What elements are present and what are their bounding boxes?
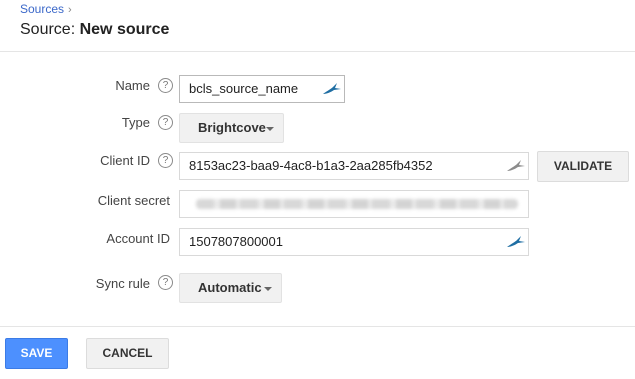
client-id-input-value: 8153ac23-baa9-4ac8-b1a3-2aa285fb4352 bbox=[189, 158, 433, 173]
page-title-prefix: Source: bbox=[20, 21, 76, 38]
sync-rule-help-icon[interactable]: ? bbox=[158, 275, 173, 290]
type-label: Type bbox=[121, 115, 150, 130]
sync-rule-dropdown[interactable]: Automatic bbox=[179, 273, 282, 303]
client-id-help-icon[interactable]: ? bbox=[158, 153, 173, 168]
type-help-icon[interactable]: ? bbox=[158, 115, 173, 130]
breadcrumb: Sources › bbox=[20, 2, 72, 16]
cancel-button[interactable]: CANCEL bbox=[86, 338, 169, 369]
client-secret-masked-value bbox=[196, 199, 518, 209]
name-input[interactable]: bcls_source_name bbox=[179, 75, 345, 103]
page-title-main: New source bbox=[79, 21, 170, 38]
breadcrumb-separator: › bbox=[68, 4, 72, 16]
caret-down-icon bbox=[264, 287, 272, 291]
name-input-value: bcls_source_name bbox=[189, 81, 299, 96]
page-title: Source: New source bbox=[20, 21, 169, 39]
name-label: Name bbox=[115, 78, 150, 93]
account-id-label: Account ID bbox=[106, 231, 170, 246]
footer-divider bbox=[0, 326, 635, 327]
type-dropdown[interactable]: Brightcove bbox=[179, 113, 284, 143]
validate-button[interactable]: VALIDATE bbox=[537, 151, 629, 182]
keepass-bird-icon[interactable] bbox=[322, 82, 342, 96]
header-divider bbox=[0, 51, 635, 52]
type-dropdown-value: Brightcove bbox=[198, 120, 266, 135]
save-button[interactable]: SAVE bbox=[5, 338, 68, 369]
name-help-icon[interactable]: ? bbox=[158, 78, 173, 93]
client-id-input[interactable]: 8153ac23-baa9-4ac8-b1a3-2aa285fb4352 bbox=[179, 152, 529, 180]
keepass-bird-icon[interactable] bbox=[506, 235, 526, 249]
sync-rule-label: Sync rule bbox=[95, 276, 150, 291]
keepass-bird-icon[interactable] bbox=[506, 159, 526, 173]
client-secret-label: Client secret bbox=[97, 193, 170, 208]
client-id-label: Client ID bbox=[100, 153, 150, 168]
account-id-input[interactable]: 1507807800001 bbox=[179, 228, 529, 256]
sync-rule-dropdown-value: Automatic bbox=[198, 280, 262, 295]
caret-down-icon bbox=[266, 127, 274, 131]
account-id-input-value: 1507807800001 bbox=[189, 234, 283, 249]
breadcrumb-link-sources[interactable]: Sources bbox=[20, 2, 64, 16]
